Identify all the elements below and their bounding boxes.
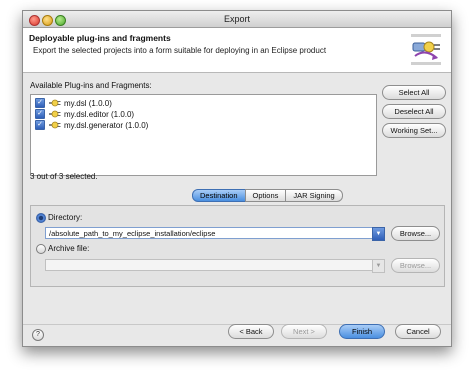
tab-options[interactable]: Options [244, 189, 287, 202]
page-title: Deployable plug-ins and fragments [29, 33, 171, 43]
export-wizard-icon [411, 34, 441, 65]
archive-combo[interactable]: ▼ [45, 259, 385, 273]
list-item[interactable]: ✓ my.dsl (1.0.0) [35, 98, 112, 108]
archive-browse-button[interactable]: Browse... [391, 258, 440, 273]
title-bar: Export [23, 11, 451, 28]
destination-panel: Directory: /absolute_path_to_my_eclipse_… [30, 205, 445, 287]
plugins-list[interactable]: ✓ my.dsl (1.0.0) ✓ my.dsl.editor (1.0.0)… [30, 94, 377, 176]
page-description: Export the selected projects into a form… [33, 46, 327, 55]
select-all-button[interactable]: Select All [382, 85, 446, 100]
plugin-icon [49, 110, 61, 118]
export-dialog: Export Deployable plug-ins and fragments… [22, 10, 452, 347]
selection-status: 3 out of 3 selected. [30, 172, 98, 181]
deselect-all-button[interactable]: Deselect All [382, 104, 446, 119]
plugin-icon [49, 121, 61, 129]
tab-jar-signing[interactable]: JAR Signing [285, 189, 343, 202]
archive-radio[interactable] [36, 244, 46, 254]
back-button[interactable]: < Back [228, 324, 274, 339]
archive-label: Archive file: [48, 244, 90, 253]
plugin-label: my.dsl.editor (1.0.0) [64, 109, 135, 119]
directory-browse-button[interactable]: Browse... [391, 226, 440, 241]
chevron-down-icon[interactable]: ▼ [372, 227, 385, 241]
directory-label: Directory: [48, 213, 83, 222]
plugin-label: my.dsl.generator (1.0.0) [64, 120, 149, 130]
tab-bar: Destination Options JAR Signing [192, 189, 343, 202]
window-title: Export [223, 14, 250, 24]
chevron-down-icon[interactable]: ▼ [372, 259, 385, 273]
help-icon[interactable]: ? [32, 329, 44, 341]
tab-destination[interactable]: Destination [192, 189, 246, 202]
cancel-button[interactable]: Cancel [395, 324, 441, 339]
directory-value: /absolute_path_to_my_eclipse_installatio… [49, 229, 216, 238]
list-item[interactable]: ✓ my.dsl.editor (1.0.0) [35, 109, 134, 119]
finish-button[interactable]: Finish [339, 324, 385, 339]
checkbox[interactable]: ✓ [35, 109, 45, 119]
plugin-icon [49, 99, 61, 107]
directory-combo[interactable]: /absolute_path_to_my_eclipse_installatio… [45, 227, 385, 241]
available-plugins-label: Available Plug-ins and Fragments: [30, 81, 152, 90]
directory-radio[interactable] [36, 213, 46, 223]
next-button[interactable]: Next > [281, 324, 327, 339]
plugin-label: my.dsl (1.0.0) [64, 98, 112, 108]
wizard-header: Deployable plug-ins and fragments Export… [23, 28, 451, 73]
list-item[interactable]: ✓ my.dsl.generator (1.0.0) [35, 120, 148, 130]
checkbox[interactable]: ✓ [35, 120, 45, 130]
checkbox[interactable]: ✓ [35, 98, 45, 108]
working-set-button[interactable]: Working Set... [382, 123, 446, 138]
